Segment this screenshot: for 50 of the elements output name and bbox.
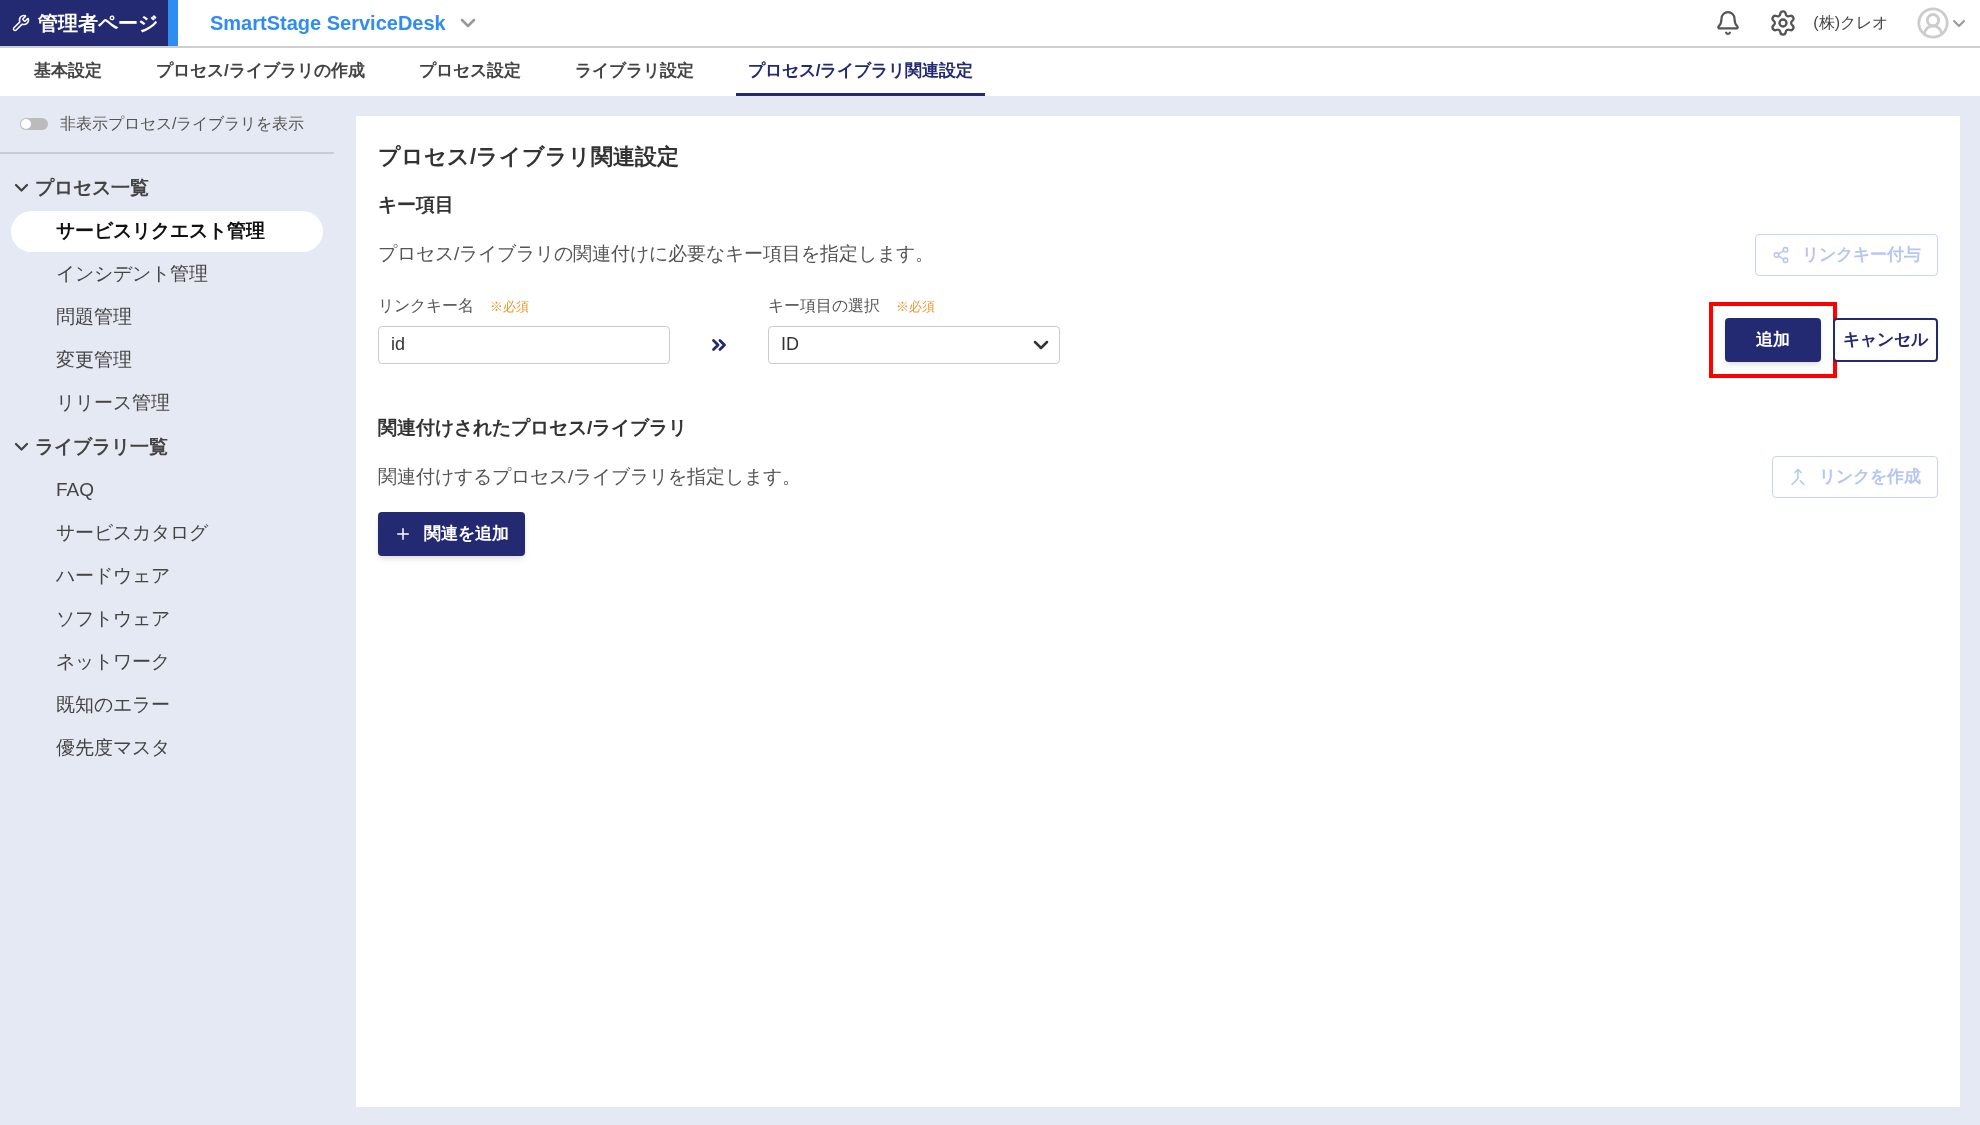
sidebar-item[interactable]: FAQ bbox=[11, 470, 323, 511]
nav-tab[interactable]: 基本設定 bbox=[22, 48, 114, 96]
sidebar-section-header[interactable]: プロセス一覧 bbox=[0, 166, 149, 210]
chevron-down-icon bbox=[16, 444, 27, 450]
sidebar-item[interactable]: ハードウェア bbox=[11, 556, 323, 597]
admin-page-badge[interactable]: 管理者ページ bbox=[0, 0, 178, 46]
sidebar-item[interactable]: 問題管理 bbox=[11, 297, 323, 338]
nav-tab[interactable]: ライブラリ設定 bbox=[562, 48, 706, 96]
nav-tab[interactable]: プロセス/ライブラリの作成 bbox=[144, 48, 377, 96]
cancel-button[interactable]: キャンセル bbox=[1833, 317, 1938, 362]
settings-icon[interactable] bbox=[1769, 9, 1798, 37]
sidebar-item[interactable]: 変更管理 bbox=[11, 340, 323, 381]
field-label: キー項目の選択 bbox=[768, 295, 880, 316]
nav-tab[interactable]: プロセス設定 bbox=[406, 48, 533, 96]
page-title: プロセス/ライブラリ関連設定 bbox=[378, 143, 681, 171]
key-select-dropdown[interactable]: ID bbox=[768, 325, 1060, 364]
section-heading: キー項目 bbox=[378, 193, 455, 217]
nav-tab[interactable]: プロセス/ライブラリ関連設定 bbox=[735, 48, 986, 96]
sidebar-item[interactable]: インシデント管理 bbox=[11, 254, 323, 295]
section-description: プロセス/ライブラリの関連付けに必要なキー項目を指定します。 bbox=[378, 242, 935, 267]
chevron-down-icon bbox=[16, 185, 27, 191]
toggle-switch[interactable] bbox=[20, 118, 48, 130]
merge-icon bbox=[1789, 468, 1807, 486]
sidebar-item[interactable]: サービスリクエスト管理 bbox=[11, 211, 323, 252]
admin-page-label: 管理者ページ bbox=[38, 11, 158, 36]
sidebar-item[interactable]: ソフトウェア bbox=[11, 599, 323, 640]
chevron-down-icon[interactable] bbox=[1954, 20, 1964, 26]
link-key-input[interactable]: id bbox=[378, 325, 670, 364]
company-name: (株)クレオ bbox=[1813, 13, 1888, 33]
sidebar-item[interactable]: リリース管理 bbox=[11, 383, 323, 424]
section-heading: 関連付けされたプロセス/ライブラリ bbox=[378, 415, 689, 440]
sidebar-item[interactable]: サービスカタログ bbox=[11, 513, 323, 554]
required-mark: ※必須 bbox=[490, 297, 529, 316]
avatar-icon[interactable] bbox=[1916, 6, 1950, 40]
share-icon bbox=[1772, 245, 1790, 264]
sidebar-section-header[interactable]: ライブラリ一覧 bbox=[0, 425, 168, 469]
sidebar-item[interactable]: 既知のエラー bbox=[11, 685, 323, 726]
add-relation-button[interactable]: 関連を追加 bbox=[378, 512, 525, 556]
notification-icon[interactable] bbox=[1715, 10, 1742, 36]
sidebar-item[interactable]: ネットワーク bbox=[11, 642, 323, 683]
toggle-label: 非表示プロセス/ライブラリを表示 bbox=[60, 114, 305, 134]
chevron-down-icon bbox=[1035, 341, 1047, 348]
field-label: リンクキー名 bbox=[378, 295, 474, 316]
plus-icon bbox=[394, 525, 412, 543]
wrench-icon bbox=[12, 14, 30, 32]
sidebar-item[interactable]: 優先度マスタ bbox=[11, 728, 323, 769]
required-mark: ※必須 bbox=[896, 297, 935, 316]
section-description: 関連付けするプロセス/ライブラリを指定します。 bbox=[378, 464, 802, 489]
chevron-down-icon bbox=[461, 20, 474, 26]
add-button[interactable]: 追加 bbox=[1725, 317, 1821, 362]
